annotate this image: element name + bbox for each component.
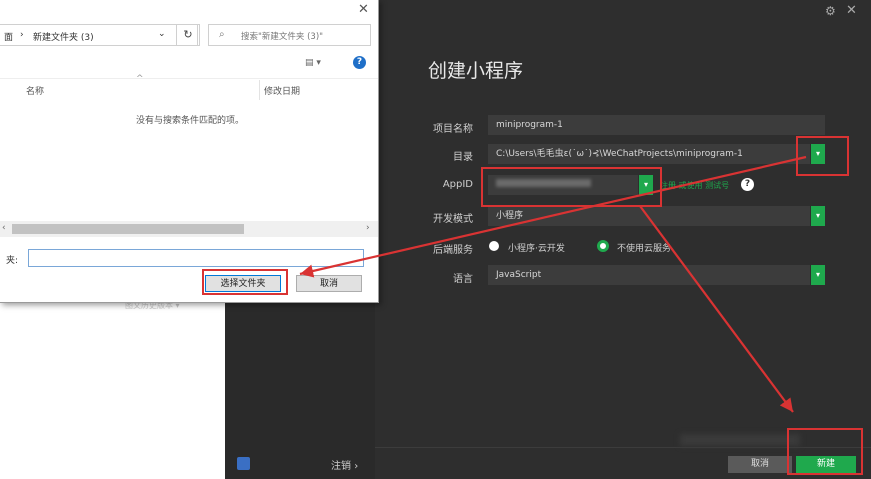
arrow-appid-to-create <box>639 205 794 413</box>
arrow-dir-to-select <box>299 155 807 278</box>
annotation-arrows <box>299 155 807 413</box>
